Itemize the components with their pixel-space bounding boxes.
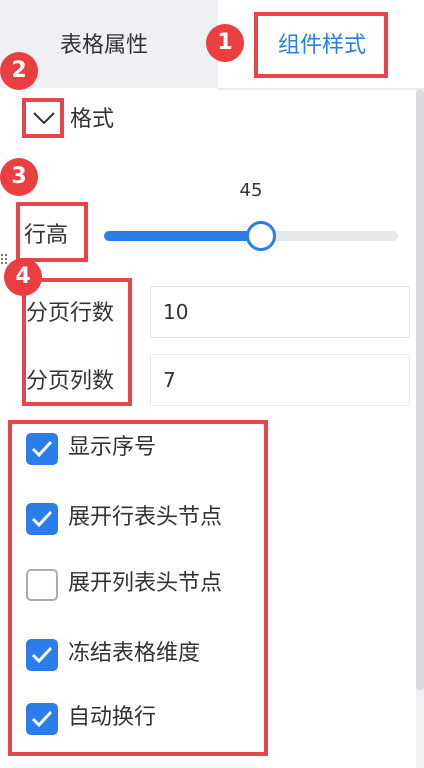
slider-fill (104, 231, 261, 241)
annotation-box-component-style (254, 12, 388, 78)
annotation-box-options (8, 420, 268, 756)
annotation-box-pagination (22, 278, 132, 406)
slider-thumb[interactable] (246, 221, 276, 251)
page-rows-input[interactable]: 10 (150, 286, 410, 338)
annotation-badge-4: 4 (4, 258, 42, 296)
annotation-badge-3: 3 (0, 158, 38, 196)
scrollbar-thumb[interactable] (416, 90, 424, 690)
page-cols-value: 7 (163, 368, 176, 392)
annotation-badge-2: 2 (0, 52, 38, 90)
row-height-slider[interactable] (104, 221, 398, 251)
scrollbar[interactable] (416, 90, 424, 768)
tab-table-properties-label: 表格属性 (60, 33, 149, 58)
annotation-box-chevron (22, 98, 64, 138)
row-height-value: 45 (239, 180, 263, 201)
page-cols-input[interactable]: 7 (150, 354, 410, 406)
annotation-badge-1: 1 (206, 24, 244, 62)
format-section-title: 格式 (70, 107, 115, 132)
annotation-box-row-height (16, 202, 88, 262)
page-rows-value: 10 (163, 300, 189, 324)
